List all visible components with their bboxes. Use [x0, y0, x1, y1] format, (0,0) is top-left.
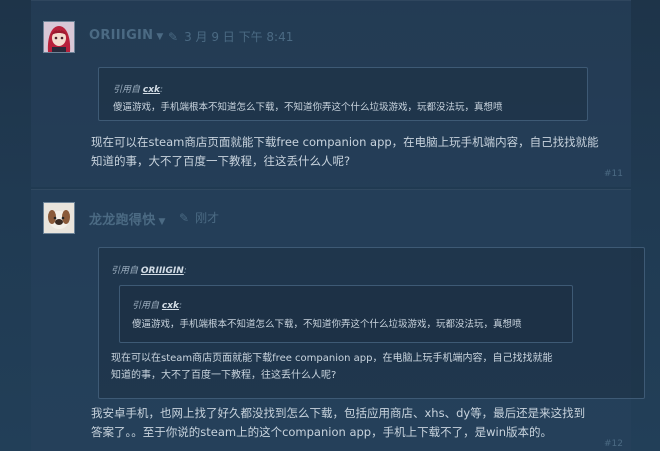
post-timestamp: ✎ 刚才	[179, 209, 219, 226]
quote-header: 引用自 cxk:	[132, 301, 183, 311]
author-name[interactable]: 龙龙跑得快 ▼	[89, 209, 166, 228]
author-name[interactable]: ORIIIGIN ▼	[89, 28, 164, 43]
message-text: 现在可以在steam商店页面就能下载free companion app，在电脑…	[91, 133, 599, 171]
quote-header: 引用自 ORIIIGIN:	[111, 266, 187, 276]
post-number[interactable]: #12	[604, 439, 623, 449]
quote-author-link[interactable]: ORIIIGIN	[141, 266, 184, 276]
quote-prefix: 引用自	[132, 301, 160, 311]
avatar[interactable]	[43, 202, 75, 234]
quote-author-link[interactable]: cxk	[162, 301, 179, 311]
message-text: 我安卓手机，也网上找了好久都没找到怎么下载，包括应用商店、xhs、dy等，最后还…	[91, 404, 585, 442]
avatar[interactable]	[43, 21, 75, 53]
author-name-text: 龙龙跑得快	[89, 213, 156, 228]
post-number[interactable]: #11	[604, 169, 623, 179]
timestamp-text: 3 月 9 日 下午 8:41	[184, 30, 294, 44]
message-line: 我安卓手机，也网上找了好久都没找到怎么下载，包括应用商店、xhs、dy等，最后还…	[91, 406, 586, 420]
quote-line: 知道的事，大不了百度一下教程，往这丢什么人呢?	[111, 370, 337, 381]
nested-quote-block: 引用自 cxk: 傻逼游戏，手机端根本不知道怎么下载，不知道你弄这个什么垃圾游戏…	[119, 285, 573, 343]
message-line: 现在可以在steam商店页面就能下载free companion app，在电脑…	[91, 135, 599, 149]
post-timestamp: ✎ 3 月 9 日 下午 8:41	[168, 28, 293, 45]
quote-text: 现在可以在steam商店页面就能下载free companion app，在电脑…	[111, 350, 552, 384]
chevron-down-icon[interactable]: ▼	[156, 32, 163, 42]
quote-block: 引用自 cxk: 傻逼游戏，手机端根本不知道怎么下载，不知道你弄这个什么垃圾游戏…	[98, 67, 588, 121]
comment-post: ORIIIGIN ▼ ✎ 3 月 9 日 下午 8:41 引用自 cxk: 傻逼游戏…	[31, 0, 631, 187]
quote-author-link[interactable]: cxk	[143, 85, 160, 95]
post-icon: ✎	[179, 211, 190, 225]
message-line: 答案了。。至于你说的steam上的这个companion app，手机上下载不了…	[91, 425, 552, 439]
author-name-text: ORIIIGIN	[89, 28, 154, 43]
quote-line: 现在可以在steam商店页面就能下载free companion app，在电脑…	[111, 353, 553, 364]
message-line: 知道的事，大不了百度一下教程，往这丢什么人呢?	[91, 154, 351, 168]
quote-text: 傻逼游戏，手机端根本不知道怎么下载，不知道你弄这个什么垃圾游戏，玩都没法玩，真想…	[132, 319, 522, 330]
discussion-thread: ORIIIGIN ▼ ✎ 3 月 9 日 下午 8:41 引用自 cxk: 傻逼游戏…	[0, 0, 660, 451]
quote-header: 引用自 cxk:	[113, 85, 164, 95]
comment-post: 龙龙跑得快 ▼ ✎ 刚才 引用自 ORIIIGIN: 引用自 cxk: 傻逼游戏，手…	[31, 189, 645, 451]
quote-prefix: 引用自	[111, 266, 139, 276]
timestamp-text: 刚才	[195, 211, 220, 225]
quote-text: 傻逼游戏，手机端根本不知道怎么下载，不知道你弄这个什么垃圾游戏，玩都没法玩，真想…	[113, 102, 503, 113]
quote-prefix: 引用自	[113, 85, 141, 95]
post-icon: ✎	[168, 30, 179, 44]
quote-block: 引用自 ORIIIGIN: 引用自 cxk: 傻逼游戏，手机端根本不知道怎么下载…	[98, 247, 645, 399]
chevron-down-icon[interactable]: ▼	[159, 217, 166, 227]
